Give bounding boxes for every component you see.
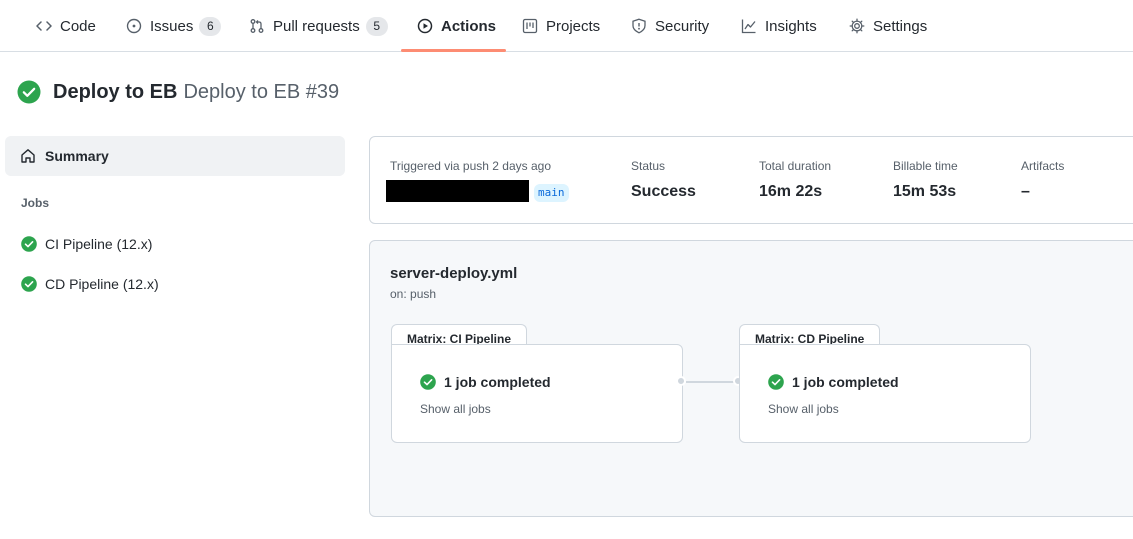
jobs-heading: Jobs <box>21 196 50 210</box>
status-label: Status <box>631 159 666 173</box>
shield-icon <box>631 18 647 34</box>
check-circle-fill-icon <box>420 374 436 390</box>
tab-label: Issues <box>150 17 194 35</box>
pull-requests-count-badge: 5 <box>365 16 388 36</box>
check-circle-fill-icon <box>21 236 37 252</box>
tab-label: Settings <box>873 17 928 35</box>
check-circle-fill-icon <box>21 276 37 292</box>
branch-badge[interactable]: main <box>534 184 569 202</box>
run-title-row: Deploy to EB Deploy to EB #39 <box>17 79 339 105</box>
git-pull-request-icon <box>249 18 265 34</box>
show-all-jobs-link[interactable]: Show all jobs <box>420 402 491 416</box>
project-icon <box>522 18 538 34</box>
graph-icon <box>741 18 757 34</box>
tab-issues[interactable]: Issues 6 <box>126 0 222 52</box>
workflow-graph-panel: server-deploy.yml on: push Matrix: CI Pi… <box>369 240 1133 517</box>
tab-label: Pull requests <box>273 17 360 35</box>
tab-label: Projects <box>546 17 601 35</box>
tab-security[interactable]: Security <box>631 0 709 52</box>
code-icon <box>36 18 52 34</box>
gear-icon <box>849 18 865 34</box>
connector-line <box>686 381 734 383</box>
play-icon <box>417 18 433 34</box>
matrix-status-line: 1 job completed <box>420 374 551 390</box>
artifacts-value: – <box>1021 183 1030 200</box>
matrix-cd-card[interactable]: 1 job completed Show all jobs <box>739 344 1031 443</box>
sidebar-item-label: Summary <box>45 148 109 164</box>
matrix-ci-card[interactable]: 1 job completed Show all jobs <box>391 344 683 443</box>
sidebar-job-ci-pipeline[interactable]: CI Pipeline (12.x) <box>21 234 152 254</box>
billable-value: 15m 53s <box>893 183 957 200</box>
sidebar-item-summary[interactable]: Summary <box>5 136 345 176</box>
tab-actions[interactable]: Actions <box>417 0 496 52</box>
workflow-file-name[interactable]: server-deploy.yml <box>390 265 517 282</box>
status-value: Success <box>631 183 696 200</box>
trigger-text: Triggered via push 2 days ago <box>390 159 551 173</box>
run-summary-box: Triggered via push 2 days ago main Statu… <box>369 136 1133 224</box>
check-circle-fill-icon <box>768 374 784 390</box>
home-icon <box>21 149 35 163</box>
issue-opened-icon <box>126 18 142 34</box>
tab-label: Security <box>655 17 710 35</box>
tab-pull-requests[interactable]: Pull requests 5 <box>249 0 388 52</box>
repo-nav: Code Issues 6 Pull requests 5 Actions Pr… <box>0 0 1133 52</box>
sidebar-job-label: CD Pipeline (12.x) <box>45 276 159 292</box>
issues-count-badge: 6 <box>199 16 222 36</box>
tab-label: Actions <box>441 17 497 35</box>
tab-settings[interactable]: Settings <box>849 0 927 52</box>
redacted-actor-commit <box>386 180 529 202</box>
matrix-status-text: 1 job completed <box>444 374 551 390</box>
workflow-name[interactable]: Deploy to EB <box>53 81 177 104</box>
sidebar-job-label: CI Pipeline (12.x) <box>45 236 153 252</box>
tab-code[interactable]: Code <box>36 0 96 52</box>
tab-projects[interactable]: Projects <box>522 0 600 52</box>
workflow-trigger: on: push <box>390 287 437 301</box>
check-circle-fill-icon <box>17 80 41 104</box>
tab-insights[interactable]: Insights <box>741 0 817 52</box>
duration-value: 16m 22s <box>759 183 823 200</box>
sidebar-job-cd-pipeline[interactable]: CD Pipeline (12.x) <box>21 274 159 294</box>
matrix-status-text: 1 job completed <box>792 374 899 390</box>
billable-label: Billable time <box>893 159 958 173</box>
tab-label: Insights <box>765 17 817 35</box>
show-all-jobs-link[interactable]: Show all jobs <box>768 402 839 416</box>
artifacts-label: Artifacts <box>1021 159 1065 173</box>
active-tab-underline <box>401 49 506 52</box>
run-title: Deploy to EB #39 <box>183 80 340 103</box>
connector-start-dot <box>676 376 686 386</box>
duration-label: Total duration <box>759 159 832 173</box>
matrix-status-line: 1 job completed <box>768 374 899 390</box>
tab-label: Code <box>60 17 96 35</box>
